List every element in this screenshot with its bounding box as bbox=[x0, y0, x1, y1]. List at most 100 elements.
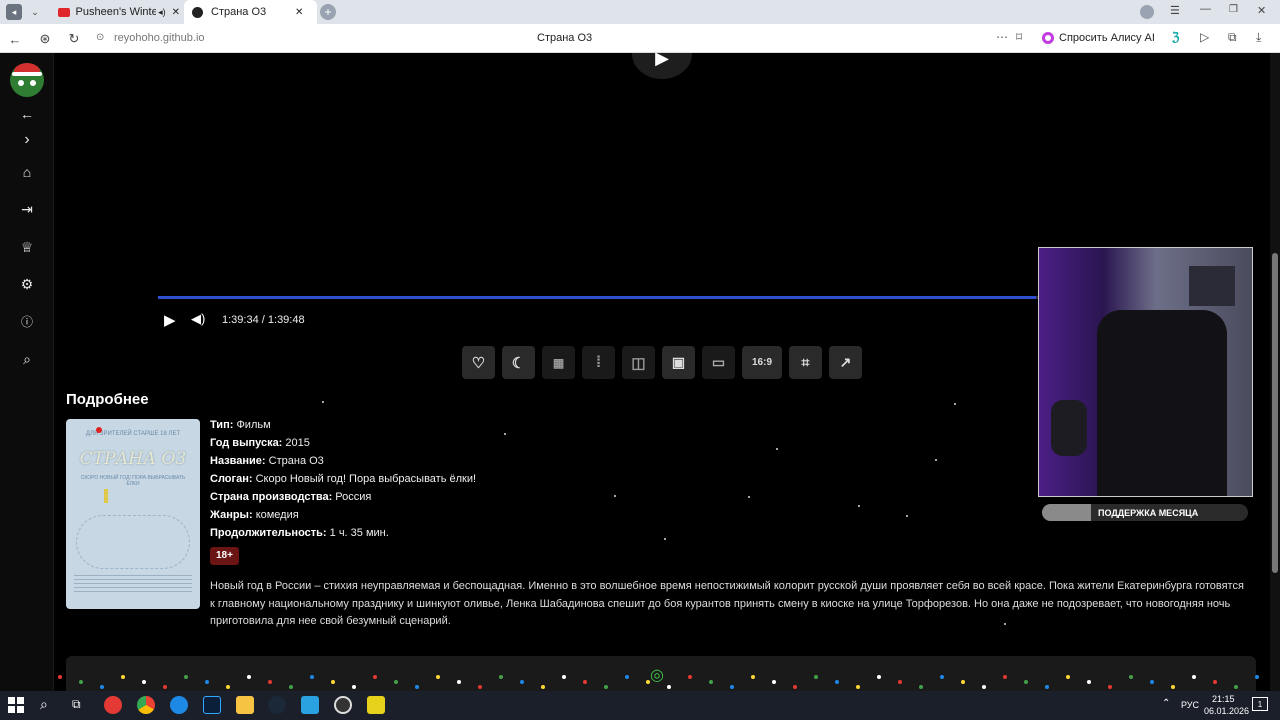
play-icon[interactable]: ▶ bbox=[164, 311, 176, 329]
obs-icon[interactable] bbox=[334, 696, 352, 714]
page-title: Страна О3 bbox=[537, 32, 593, 44]
garland-light bbox=[163, 685, 167, 689]
audio-button[interactable]: ⁞ bbox=[582, 346, 615, 379]
slogan-label: Слоган: bbox=[210, 473, 253, 485]
scrollbar-thumb[interactable] bbox=[1272, 253, 1278, 573]
description: Новый год в России – стихия неуправляема… bbox=[210, 580, 1244, 627]
protect-icon[interactable]: ⊛ bbox=[36, 30, 54, 48]
menu-icon[interactable]: ☰ bbox=[1170, 4, 1180, 17]
address-bar: ← ⊛ ↻ ⊙ reyohoho.github.io Страна О3 ⋯ ⌑… bbox=[0, 24, 1280, 53]
garland-light bbox=[1003, 675, 1007, 679]
restore-icon[interactable]: ❐ bbox=[1229, 4, 1238, 15]
garland-light bbox=[982, 685, 986, 689]
scrollbar[interactable] bbox=[1270, 53, 1280, 691]
type-label: Тип: bbox=[210, 419, 234, 431]
media-icon[interactable]: ▷ bbox=[1200, 30, 1209, 44]
search-icon[interactable]: ⌕ bbox=[40, 696, 48, 713]
volume-icon[interactable]: ◀) bbox=[191, 311, 205, 327]
login-icon[interactable]: ⇥ bbox=[17, 199, 37, 219]
progress-track[interactable] bbox=[158, 296, 1038, 299]
garland-light bbox=[289, 685, 293, 689]
country-row: Страна производства: Россия bbox=[210, 491, 371, 503]
steam-icon[interactable] bbox=[268, 696, 286, 714]
mirror-button[interactable]: ◫ bbox=[622, 346, 655, 379]
frog-logo[interactable] bbox=[10, 63, 44, 97]
garland-light bbox=[520, 680, 524, 684]
photoshop-icon[interactable] bbox=[203, 696, 221, 714]
task-view-icon[interactable]: ⧉ bbox=[72, 697, 81, 712]
garland-light bbox=[709, 680, 713, 684]
file-explorer-icon[interactable] bbox=[236, 696, 254, 714]
tab-close-icon[interactable]: ✕ bbox=[295, 7, 303, 18]
downloads-icon[interactable]: ⤓ bbox=[1256, 30, 1261, 45]
star bbox=[664, 538, 666, 540]
ask-alice-button[interactable]: Спросить Алису AI bbox=[1036, 28, 1161, 48]
info-icon[interactable]: ⓘ bbox=[17, 311, 37, 331]
back-icon[interactable]: ← bbox=[6, 30, 24, 48]
garland-light bbox=[1129, 675, 1133, 679]
garland-light bbox=[58, 675, 62, 679]
picture-button[interactable]: ▣ bbox=[662, 346, 695, 379]
aspect-button[interactable]: 16:9 bbox=[742, 346, 782, 379]
tab-pusheen[interactable]: Pusheen's Winter Ch ◂) ✕ bbox=[52, 0, 180, 24]
garland-light bbox=[730, 685, 734, 689]
tray-chevron-icon[interactable]: ⌃ bbox=[1162, 698, 1170, 709]
search-icon[interactable]: ⌕ bbox=[17, 349, 37, 369]
profile-icon[interactable] bbox=[1140, 5, 1154, 19]
minimize-icon[interactable]: — bbox=[1200, 3, 1211, 15]
garland-light bbox=[646, 680, 650, 684]
window-close-icon[interactable]: ✕ bbox=[1257, 4, 1266, 17]
big-play-button[interactable]: ▶ bbox=[632, 53, 692, 79]
yandex-browser-icon[interactable] bbox=[104, 696, 122, 714]
tab-audio-icon[interactable]: ◂ bbox=[6, 4, 22, 20]
total-duration: 1:39:48 bbox=[267, 314, 305, 326]
garland-light bbox=[415, 685, 419, 689]
open-external-button[interactable]: ↗ bbox=[829, 346, 862, 379]
favorite-button[interactable]: ♡ bbox=[462, 346, 495, 379]
poster-credits bbox=[74, 575, 192, 593]
url-text[interactable]: reyohoho.github.io bbox=[114, 32, 205, 44]
edge-icon[interactable] bbox=[170, 696, 188, 714]
tabs-menu-chevron-icon[interactable]: ⌄ bbox=[28, 5, 42, 19]
back-arrow-icon[interactable]: ← bbox=[17, 104, 37, 124]
notifications-icon[interactable]: 1 bbox=[1252, 697, 1268, 711]
garland-light bbox=[961, 680, 965, 684]
clock-time[interactable]: 21:15 bbox=[1212, 694, 1235, 704]
garland-light bbox=[1234, 685, 1238, 689]
garland-light bbox=[856, 685, 860, 689]
clock-date[interactable]: 06.01.2026 bbox=[1204, 706, 1249, 716]
tab-strana-o3[interactable]: Страна О3 ✕ bbox=[184, 0, 317, 24]
main-content: ▶ ▶ ◀) 1:39:34 / 1:39:48 ♡ ☾ ▦ ⁞ ◫ ▣ ▭ 1… bbox=[54, 53, 1270, 691]
slogan-row: Слоган: Скоро Новый год! Пора выбрасыват… bbox=[210, 473, 476, 485]
garland-light bbox=[184, 675, 188, 679]
home-icon[interactable]: ⌂ bbox=[17, 162, 37, 182]
pip-button[interactable]: ▭ bbox=[702, 346, 735, 379]
poster[interactable]: ДЛЯ ЗРИТЕЛЕЙ СТАРШЕ 18 ЛЕТ СТРАНА О3 СКО… bbox=[66, 419, 200, 609]
name-row: Название: Страна О3 bbox=[210, 455, 324, 467]
garland-light bbox=[1045, 685, 1049, 689]
forward-chevron-icon[interactable]: › bbox=[17, 130, 37, 150]
app-icon[interactable] bbox=[367, 696, 385, 714]
tab-close-icon[interactable]: ✕ bbox=[172, 7, 180, 18]
webcam-overlay bbox=[1038, 247, 1253, 497]
bookmark-icon[interactable]: ⌑ bbox=[1016, 30, 1022, 44]
slogan-value: Скоро Новый год! Пора выбрасывать ёлки! bbox=[255, 473, 477, 485]
poster-ornament bbox=[96, 427, 102, 433]
gear-icon[interactable]: ⚙ bbox=[17, 274, 37, 294]
alice-icon bbox=[1042, 32, 1054, 44]
language-indicator[interactable]: РУС bbox=[1181, 700, 1199, 710]
windows-start-icon[interactable] bbox=[8, 697, 24, 713]
chrome-icon[interactable] bbox=[137, 696, 155, 714]
poster-ornament bbox=[104, 489, 108, 503]
translate-icon[interactable]: ℨ bbox=[1172, 30, 1179, 44]
trophy-icon[interactable]: ♕ bbox=[17, 237, 37, 257]
grid-button[interactable]: ▦ bbox=[542, 346, 575, 379]
new-tab-icon[interactable]: + bbox=[320, 4, 336, 20]
screenshot-button[interactable]: ⌗ bbox=[789, 346, 822, 379]
reload-icon[interactable]: ↻ bbox=[65, 30, 83, 48]
dim-button[interactable]: ☾ bbox=[502, 346, 535, 379]
messages-icon[interactable] bbox=[301, 696, 319, 714]
collections-icon[interactable]: ⧉ bbox=[1228, 30, 1237, 45]
more-icon[interactable]: ⋯ bbox=[996, 30, 1008, 44]
tab-title: Pusheen's Winter Ch bbox=[75, 6, 157, 18]
